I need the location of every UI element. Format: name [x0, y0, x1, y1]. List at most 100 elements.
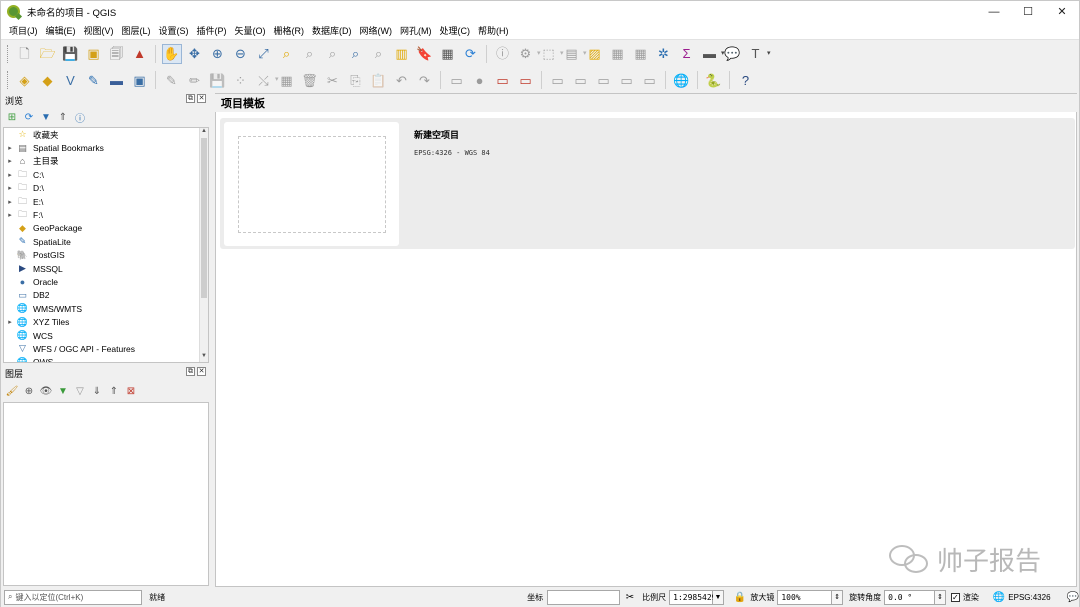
attribute-table-icon[interactable]: ▦ [608, 44, 628, 64]
browser-item[interactable]: ▭ DB2 [4, 289, 208, 302]
menu-processing[interactable]: 处理(C) [436, 24, 475, 37]
menu-layer[interactable]: 图层(L) [118, 24, 155, 37]
diagram-tool-icon[interactable]: ● [470, 70, 490, 90]
browser-item[interactable]: 🐘 PostGIS [4, 249, 208, 262]
browser-item[interactable]: 🌐 WMS/WMTS [4, 302, 208, 315]
messages-icon[interactable]: 💬 [1067, 592, 1079, 603]
show-bookmarks-icon[interactable]: 🔖 [415, 44, 435, 64]
browser-item[interactable]: ● Oracle [4, 275, 208, 288]
statistical-summary-icon[interactable]: Σ [677, 44, 697, 64]
rotation-spinner-icon[interactable]: ⇕ [935, 589, 946, 605]
menu-mesh[interactable]: 网孔(M) [396, 24, 436, 37]
expand-arrow-icon[interactable]: ▸ [4, 211, 16, 219]
python-console-icon[interactable]: 🐍 [704, 70, 724, 90]
magnifier-spinner-icon[interactable]: ⇕ [832, 589, 844, 605]
rotate-label-icon[interactable]: ▭ [571, 70, 591, 90]
zoom-full-icon[interactable]: ⤢ [254, 44, 274, 64]
browser-item[interactable]: ▸ 🗀 D:\ [4, 182, 208, 195]
pan-to-selection-icon[interactable]: ✥ [185, 44, 205, 64]
expand-arrow-icon[interactable]: ▸ [4, 184, 16, 192]
maximize-button[interactable]: ☐ [1011, 1, 1045, 22]
zoom-to-layer-icon[interactable]: ⌕ [300, 44, 320, 64]
new-spatialite-layer-icon[interactable]: ✎ [84, 70, 104, 90]
menu-edit[interactable]: 编辑(E) [42, 24, 80, 37]
toggle-editing-icon[interactable]: ✏ [185, 70, 205, 90]
browser-item[interactable]: ▸ 🗀 C:\ [4, 168, 208, 181]
text-annotation-icon[interactable]: T [746, 44, 771, 64]
style-manager-icon[interactable]: ▲ [130, 44, 150, 64]
toolbar-handle[interactable] [7, 44, 10, 63]
change-label-icon[interactable]: ▭ [594, 70, 614, 90]
add-feature-icon[interactable]: ⁘ [231, 70, 251, 90]
zoom-native-icon[interactable]: ⌕ [323, 44, 343, 64]
new-shapefile-layer-icon[interactable]: V [61, 70, 81, 90]
add-selected-layers-icon[interactable]: ⊞ [5, 110, 19, 124]
select-by-value-icon[interactable]: ▤ [562, 44, 586, 64]
field-calculator-icon[interactable]: ▦ [631, 44, 651, 64]
move-label-icon[interactable]: ▭ [548, 70, 568, 90]
redo-icon[interactable]: ↷ [415, 70, 435, 90]
collapse-all-icon[interactable]: ⇑ [107, 384, 121, 398]
expand-all-icon[interactable]: ⇓ [90, 384, 104, 398]
expand-arrow-icon[interactable]: ▸ [4, 157, 16, 165]
menu-database[interactable]: 数据库(D) [308, 24, 356, 37]
vertex-tool-icon[interactable]: ⤯ [254, 70, 278, 90]
minimize-button[interactable]: — [977, 1, 1011, 22]
new-virtual-layer-icon[interactable]: ▣ [130, 70, 150, 90]
undock-icon[interactable]: ⧉ [186, 94, 195, 103]
new-empty-project-card[interactable]: 新建空项目 EPSG:4326 - WGS 84 [220, 118, 1075, 249]
layer-labeling-icon[interactable]: ▭ [640, 70, 660, 90]
pan-hand-icon[interactable]: ✋ [161, 43, 182, 64]
remove-layer-icon[interactable]: ⊠ [124, 384, 138, 398]
browser-item[interactable]: 🌐 OWS [4, 356, 208, 362]
modify-attributes-icon[interactable]: ▦ [277, 70, 297, 90]
new-project-icon[interactable]: 🗋 [15, 44, 35, 64]
menu-view[interactable]: 视图(V) [80, 24, 118, 37]
filter-by-expression-icon[interactable]: ▽ [73, 384, 87, 398]
browser-item[interactable]: ▸ 🗀 F:\ [4, 208, 208, 221]
browser-item[interactable]: ▸ 🗀 E:\ [4, 195, 208, 208]
zoom-next-icon[interactable]: ⌕ [369, 44, 389, 64]
filter-icon[interactable]: ▼ [39, 110, 53, 124]
browser-scrollbar[interactable]: ▲ ▼ [199, 128, 208, 362]
scroll-up-icon[interactable]: ▲ [200, 128, 208, 137]
label-tool-icon[interactable]: ▭ [447, 70, 467, 90]
crs-label[interactable]: EPSG:4326 [1008, 593, 1050, 602]
menu-raster[interactable]: 栅格(R) [270, 24, 309, 37]
delete-selected-icon[interactable]: 🗑 [300, 70, 320, 90]
browser-item[interactable]: ▽ WFS / OGC API - Features [4, 342, 208, 355]
coordinate-field[interactable] [547, 589, 620, 605]
cut-features-icon[interactable]: ✂ [323, 70, 343, 90]
zoom-to-selection-icon[interactable]: ⌕ [277, 44, 297, 64]
new-geopackage-layer-icon[interactable]: ◆ [38, 70, 58, 90]
toolbar-handle[interactable] [7, 71, 10, 89]
expand-arrow-icon[interactable]: ▸ [4, 318, 16, 326]
help-icon[interactable]: ? [736, 70, 756, 90]
feature-action-icon[interactable]: ⚙ [516, 44, 541, 64]
browser-item[interactable]: ▸ 🌐 XYZ Tiles [4, 315, 208, 328]
browser-item[interactable]: ☆ 收藏夹 [4, 128, 208, 141]
add-group-icon[interactable]: ⊕ [22, 384, 36, 398]
zoom-in-icon[interactable]: ⊕ [208, 44, 228, 64]
label-properties-icon[interactable]: ▭ [617, 70, 637, 90]
browser-item[interactable]: ✎ SpatiaLite [4, 235, 208, 248]
menu-help[interactable]: 帮助(H) [474, 24, 513, 37]
refresh-icon[interactable]: ⟳ [22, 110, 36, 124]
identify-icon[interactable]: ⓘ [493, 44, 513, 64]
scale-field[interactable]: 1:29854291 [669, 589, 721, 605]
browser-tree[interactable]: ☆ 收藏夹 ▸ ▤ Spatial Bookmarks ▸ ⌂ 主目录 ▸ 🗀 C:\ ▸ 🗀 D:\ ▸ 🗀… [3, 127, 209, 363]
lock-scale-icon[interactable]: 🔒 [734, 592, 746, 603]
crs-globe-icon[interactable]: 🌐 [993, 592, 1005, 603]
expand-arrow-icon[interactable]: ▸ [4, 198, 16, 206]
menu-web[interactable]: 网络(W) [356, 24, 397, 37]
open-project-icon[interactable]: 🗁 [38, 44, 58, 64]
select-features-icon[interactable]: ⬚ [539, 44, 563, 64]
layers-tree[interactable] [3, 402, 209, 586]
show-hide-labels-icon[interactable]: ▭ [516, 70, 536, 90]
paste-features-icon[interactable]: 📋 [369, 70, 389, 90]
info-icon[interactable]: ⓘ [73, 110, 87, 125]
copy-features-icon[interactable]: ⎘ [346, 70, 366, 90]
menu-settings[interactable]: 设置(S) [155, 24, 193, 37]
rotation-field[interactable]: 0.0 ° [884, 589, 936, 605]
manage-visibility-icon[interactable]: 👁 [39, 384, 53, 398]
